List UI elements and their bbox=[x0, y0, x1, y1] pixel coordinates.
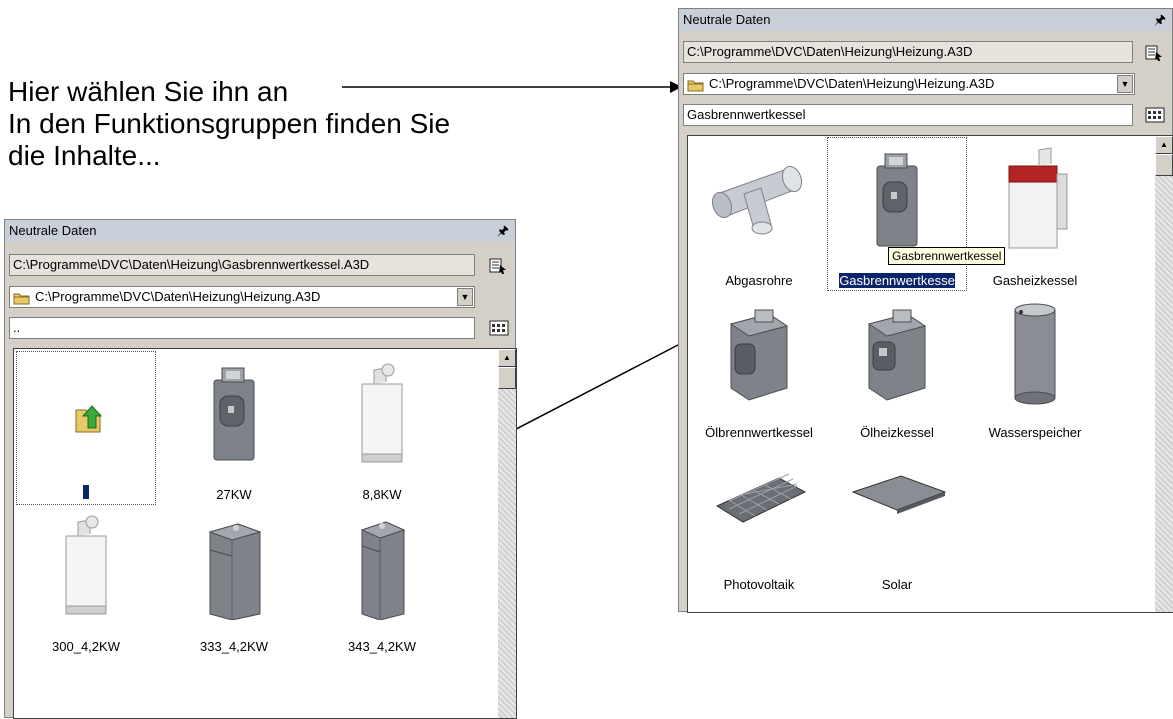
view-options-icon[interactable] bbox=[489, 319, 509, 337]
list-item[interactable]: 343_4,2KW bbox=[313, 504, 451, 656]
browse-icon[interactable] bbox=[1144, 44, 1164, 62]
item-label: Wasserspeicher bbox=[988, 425, 1082, 440]
item-label: Abgasrohre bbox=[725, 273, 793, 288]
oil-boiler-icon bbox=[729, 309, 789, 401]
panel-titlebar: Neutrale Daten 🖈 bbox=[5, 220, 515, 242]
content-view[interactable]: ▲ 27KW 8,8KW 300_4,2KW 333_4,2KW 343_4,2… bbox=[13, 348, 517, 719]
list-item-selected[interactable]: Gasbrennwertkesse bbox=[827, 137, 967, 291]
boiler-icon bbox=[213, 367, 255, 461]
content-view[interactable]: ▲ Abgasrohre Gasbrennwertkesse Gasheizke… bbox=[687, 135, 1173, 613]
list-item[interactable]: 333_4,2KW bbox=[165, 504, 303, 656]
scroll-thumb[interactable] bbox=[498, 367, 516, 389]
list-item[interactable]: Gasheizkessel bbox=[966, 138, 1104, 290]
pipe-icon bbox=[711, 165, 803, 235]
scroll-thumb[interactable] bbox=[1155, 154, 1173, 176]
oil-heater-icon bbox=[867, 309, 927, 401]
panel-titlebar: Neutrale Daten 🖈 bbox=[679, 9, 1172, 31]
item-label: 8,8KW bbox=[362, 487, 402, 502]
list-item[interactable]: Wasserspeicher bbox=[966, 290, 1104, 442]
database-combo[interactable]: C:\Programme\DVC\Daten\Heizung\Heizung.A… bbox=[9, 286, 475, 308]
pin-icon[interactable]: 🖈 bbox=[497, 220, 509, 242]
chevron-down-icon[interactable]: ▼ bbox=[1117, 75, 1133, 93]
list-item[interactable]: Solar bbox=[828, 442, 966, 594]
pin-icon[interactable]: 🖈 bbox=[1154, 9, 1166, 31]
folder-icon bbox=[687, 80, 704, 92]
item-label: Ölheizkessel bbox=[860, 425, 934, 440]
item-label: Solar bbox=[881, 577, 913, 592]
list-item[interactable]: Ölbrennwertkessel bbox=[690, 290, 828, 442]
item-label bbox=[83, 485, 89, 499]
list-item[interactable]: Abgasrohre bbox=[690, 138, 828, 290]
panel-title: Neutrale Daten bbox=[9, 223, 97, 238]
browse-icon[interactable] bbox=[488, 257, 508, 275]
item-label: Ölbrennwertkessel bbox=[705, 425, 813, 440]
item-tooltip: Gasbrennwertkessel bbox=[888, 247, 1006, 265]
list-item[interactable]: Photovoltaik bbox=[690, 442, 828, 594]
path-display: C:\Programme\DVC\Daten\Heizung\Heizung.A… bbox=[683, 41, 1133, 63]
combo-value: C:\Programme\DVC\Daten\Heizung\Heizung.A… bbox=[35, 289, 321, 304]
wall-boiler-white-icon bbox=[361, 363, 403, 463]
water-tank-icon bbox=[1014, 303, 1056, 405]
path-display: C:\Programme\DVC\Daten\Heizung\Gasbrennw… bbox=[9, 254, 475, 276]
panel-title: Neutrale Daten bbox=[683, 12, 771, 27]
list-item[interactable]: 8,8KW bbox=[313, 352, 451, 504]
item-label: 27KW bbox=[216, 487, 252, 502]
item-label: Gasbrennwertkesse bbox=[839, 273, 955, 288]
folder-up-icon bbox=[75, 405, 103, 433]
chevron-down-icon[interactable]: ▼ bbox=[457, 288, 473, 306]
scrollbar[interactable]: ▲ bbox=[498, 349, 516, 718]
list-item[interactable]: Ölheizkessel bbox=[828, 290, 966, 442]
filter-field[interactable]: .. bbox=[9, 317, 475, 339]
list-item[interactable]: 27KW bbox=[165, 352, 303, 504]
item-label: 343_4,2KW bbox=[348, 639, 416, 654]
view-options-icon[interactable] bbox=[1145, 106, 1165, 124]
database-combo[interactable]: C:\Programme\DVC\Daten\Heizung\Heizung.A… bbox=[683, 73, 1135, 95]
scroll-up-icon[interactable]: ▲ bbox=[498, 349, 516, 367]
scroll-up-icon[interactable]: ▲ bbox=[1155, 136, 1173, 154]
list-item[interactable]: 300_4,2KW bbox=[17, 504, 155, 656]
item-label: 300_4,2KW bbox=[52, 639, 120, 654]
item-label: 333_4,2KW bbox=[200, 639, 268, 654]
list-item-parent-folder[interactable] bbox=[16, 351, 156, 505]
item-label: Gasheizkessel bbox=[992, 273, 1078, 288]
scrollbar[interactable]: ▲ bbox=[1155, 136, 1173, 612]
folder-icon bbox=[13, 293, 30, 305]
item-label: Photovoltaik bbox=[723, 577, 795, 592]
solar-collector-icon bbox=[851, 475, 947, 514]
standing-boiler-icon bbox=[360, 521, 406, 620]
filter-field[interactable]: Gasbrennwertkessel bbox=[683, 104, 1133, 126]
boiler-icon bbox=[876, 153, 918, 247]
right-neutral-data-panel: Neutrale Daten 🖈 C:\Programme\DVC\Daten\… bbox=[678, 8, 1173, 613]
wall-boiler-white-icon bbox=[65, 515, 107, 615]
left-neutral-data-panel: Neutrale Daten 🖈 C:\Programme\DVC\Daten\… bbox=[4, 219, 517, 719]
solar-panel-icon bbox=[715, 473, 807, 523]
standing-boiler-icon bbox=[208, 523, 262, 620]
wall-boiler-icon bbox=[1008, 147, 1068, 249]
combo-value: C:\Programme\DVC\Daten\Heizung\Heizung.A… bbox=[709, 76, 995, 91]
